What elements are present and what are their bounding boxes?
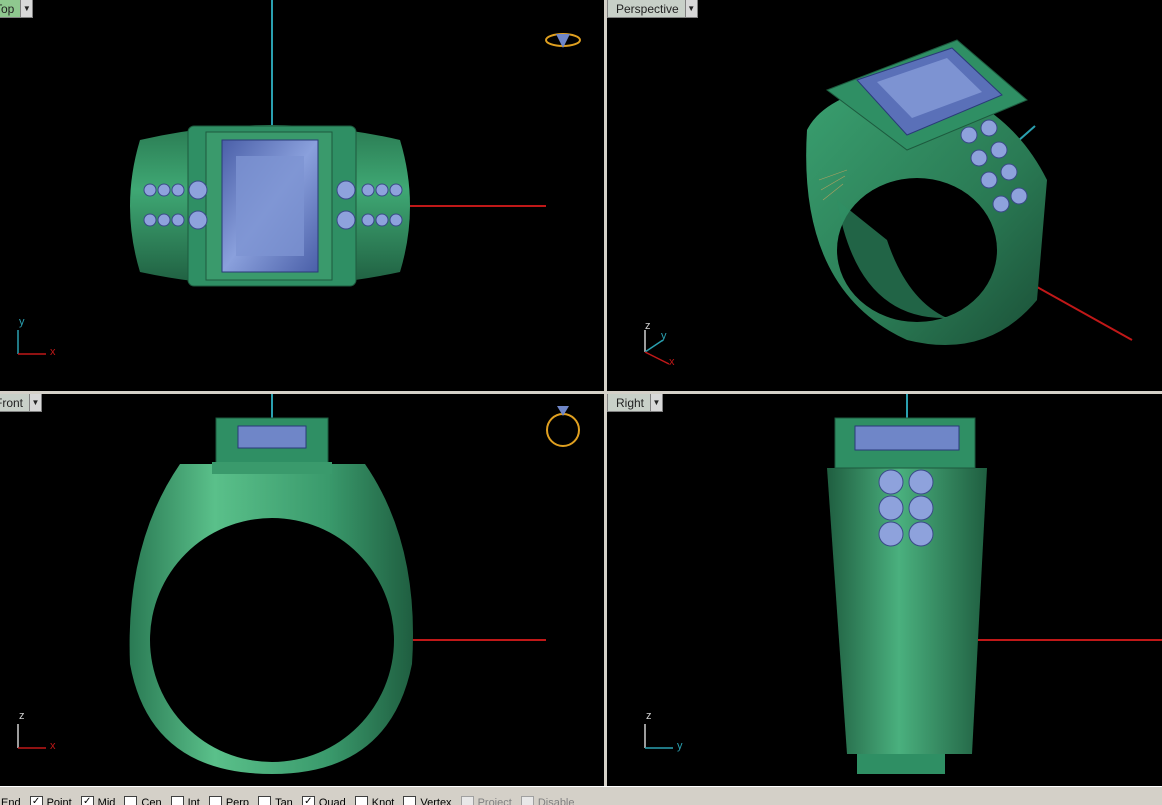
front-view-scene xyxy=(0,394,604,786)
viewport-front-label: Front xyxy=(0,396,29,410)
viewport-top[interactable]: Top ▼ y xyxy=(0,0,604,391)
osnap-list: ✓End✓Point✓MidCenIntPerpTan✓QuadKnotVert… xyxy=(0,787,584,805)
axis-y-label: y xyxy=(19,316,25,328)
viewport-top-label: Top xyxy=(0,2,20,16)
axis-z-label: z xyxy=(19,710,25,722)
osnap-bar: ✓End✓Point✓MidCenIntPerpTan✓QuadKnotVert… xyxy=(0,786,1162,805)
viewport-perspective-label: Perspective xyxy=(616,2,685,16)
axis-y-label: y xyxy=(677,740,683,752)
axis-x-label: x xyxy=(669,356,675,368)
viewport-tab-front[interactable]: Front ▼ xyxy=(0,394,42,412)
viewport-tab-top[interactable]: Top ▼ xyxy=(0,0,33,18)
axis-z-label: z xyxy=(646,710,652,722)
viewport-right[interactable]: Right ▼ z y xyxy=(607,394,1162,786)
top-view-scene xyxy=(0,0,604,391)
viewport-perspective[interactable]: Perspective ▼ z y x xyxy=(607,0,1162,391)
viewport-tab-perspective[interactable]: Perspective ▼ xyxy=(607,0,698,18)
viewport-front[interactable]: Front ▼ z x xyxy=(0,394,604,786)
chevron-down-icon[interactable]: ▼ xyxy=(650,394,662,411)
chevron-down-icon[interactable]: ▼ xyxy=(29,394,41,411)
chevron-down-icon[interactable]: ▼ xyxy=(685,0,697,17)
axis-z-label: z xyxy=(645,320,651,332)
axis-x-label: x xyxy=(50,740,56,752)
viewport-right-label: Right xyxy=(616,396,650,410)
perspective-view-scene xyxy=(607,0,1162,391)
right-view-scene xyxy=(607,394,1162,786)
axis-y-label: y xyxy=(661,330,667,342)
chevron-down-icon[interactable]: ▼ xyxy=(20,0,32,17)
axis-x-label: x xyxy=(50,346,56,358)
viewport-tab-right[interactable]: Right ▼ xyxy=(607,394,663,412)
